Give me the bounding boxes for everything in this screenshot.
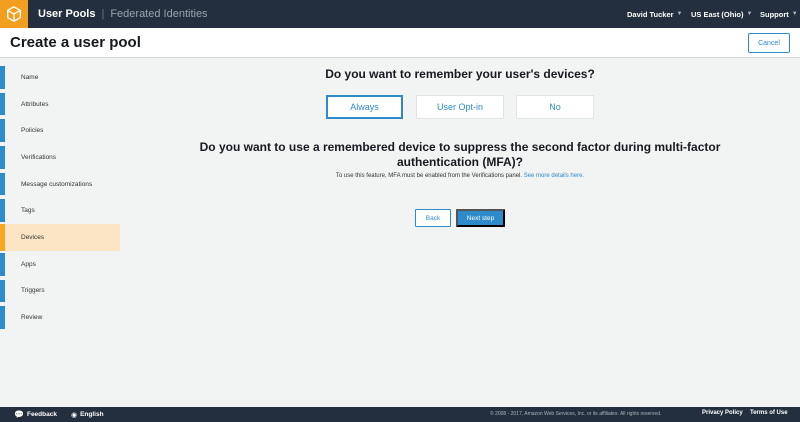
step-indicator: [0, 252, 5, 276]
mfa-info-text: To use this feature, MFA must be enabled…: [200, 173, 720, 179]
sidebar-item-label: Triggers: [21, 287, 45, 295]
support-menu[interactable]: Support ▼: [760, 0, 798, 28]
privacy-policy-link[interactable]: Privacy Policy: [702, 410, 743, 416]
region-name: US East (Ohio): [691, 9, 744, 19]
step-indicator: [0, 66, 5, 89]
sidebar-item-label: Attributes: [21, 100, 49, 108]
feedback-button[interactable]: 💬 Feedback: [14, 410, 57, 419]
sidebar-item-label: Apps: [21, 260, 36, 268]
globe-icon: ◉: [70, 411, 78, 419]
sidebar-item-label: Review: [21, 314, 43, 322]
sidebar-item-devices[interactable]: Devices: [0, 224, 120, 251]
region-menu[interactable]: US East (Ohio) ▼: [691, 0, 752, 28]
back-button[interactable]: Back: [415, 209, 451, 227]
language-label: English: [80, 411, 104, 418]
copyright-text: © 2008 - 2017, Amazon Web Services, Inc.…: [490, 411, 662, 417]
sidebar-item-attributes[interactable]: Attributes: [0, 91, 120, 118]
aws-cube-logo-icon[interactable]: [0, 0, 28, 28]
step-indicator: [0, 119, 5, 143]
sidebar-item-verifications[interactable]: Verifications: [0, 144, 120, 171]
step-indicator: [0, 279, 5, 303]
chevron-down-icon: ▼: [676, 11, 683, 17]
cancel-button[interactable]: Cancel: [748, 33, 790, 53]
page-title: Create a user pool: [10, 34, 141, 51]
step-indicator: [0, 146, 5, 169]
sidebar-item-label: Tags: [21, 207, 35, 215]
sidebar-item-label: Message customizations: [21, 180, 93, 188]
language-selector[interactable]: ◉ English: [71, 411, 104, 419]
sidebar-item-label: Devices: [21, 233, 45, 241]
speech-bubble-icon: 💬: [14, 410, 24, 419]
cube-icon: [7, 6, 21, 22]
remember-devices-question: Do you want to remember your user's devi…: [325, 67, 595, 81]
step-indicator: [0, 92, 5, 116]
chevron-down-icon: ▼: [791, 11, 798, 17]
sidebar-item-label: Verifications: [21, 153, 57, 161]
chevron-down-icon: ▼: [746, 11, 753, 17]
option-user-opt-in-button[interactable]: User Opt-in: [416, 95, 504, 119]
step-indicator: [0, 224, 5, 251]
feedback-label: Feedback: [26, 411, 57, 418]
account-menu[interactable]: David Tucker ▼: [627, 0, 683, 28]
see-more-details-link[interactable]: See more details here.: [524, 173, 584, 179]
option-no-button[interactable]: No: [516, 95, 594, 119]
sidebar-item-review[interactable]: Review: [0, 304, 120, 331]
step-indicator: [0, 306, 5, 329]
support-label: Support: [760, 9, 789, 19]
federated-identities-link[interactable]: Federated Identities: [110, 8, 207, 20]
page-header: Create a user pool Cancel: [0, 28, 800, 58]
sidebar-item-name[interactable]: Name: [0, 64, 120, 91]
account-name: David Tucker: [627, 9, 674, 19]
option-always-button[interactable]: Always: [326, 95, 403, 119]
terms-of-use-link[interactable]: Terms of Use: [750, 410, 788, 416]
sidebar-item-apps[interactable]: Apps: [0, 251, 120, 278]
info-text: To use this feature, MFA must be enabled…: [335, 173, 523, 179]
user-pools-link[interactable]: User Pools: [38, 8, 95, 20]
top-navigation-bar: User Pools | Federated Identities David …: [0, 0, 800, 28]
suppress-mfa-question: Do you want to use a remembered device t…: [199, 140, 721, 169]
sidebar-item-tags[interactable]: Tags: [0, 197, 120, 224]
sidebar-item-label: Policies: [21, 127, 44, 135]
next-step-button[interactable]: Next step: [456, 209, 505, 227]
sidebar-item-triggers[interactable]: Triggers: [0, 278, 120, 305]
step-indicator: [0, 199, 5, 223]
sidebar-item-policies[interactable]: Policies: [0, 117, 120, 144]
console-footer: 💬 Feedback ◉ English © 2008 - 2017, Amaz…: [0, 407, 800, 422]
nav-divider: |: [101, 8, 105, 20]
wizard-steps-sidebar: Name Attributes Policies Verifications M…: [0, 64, 120, 331]
step-indicator: [0, 172, 5, 196]
sidebar-item-message-customizations[interactable]: Message customizations: [0, 171, 120, 198]
sidebar-item-label: Name: [21, 73, 39, 81]
